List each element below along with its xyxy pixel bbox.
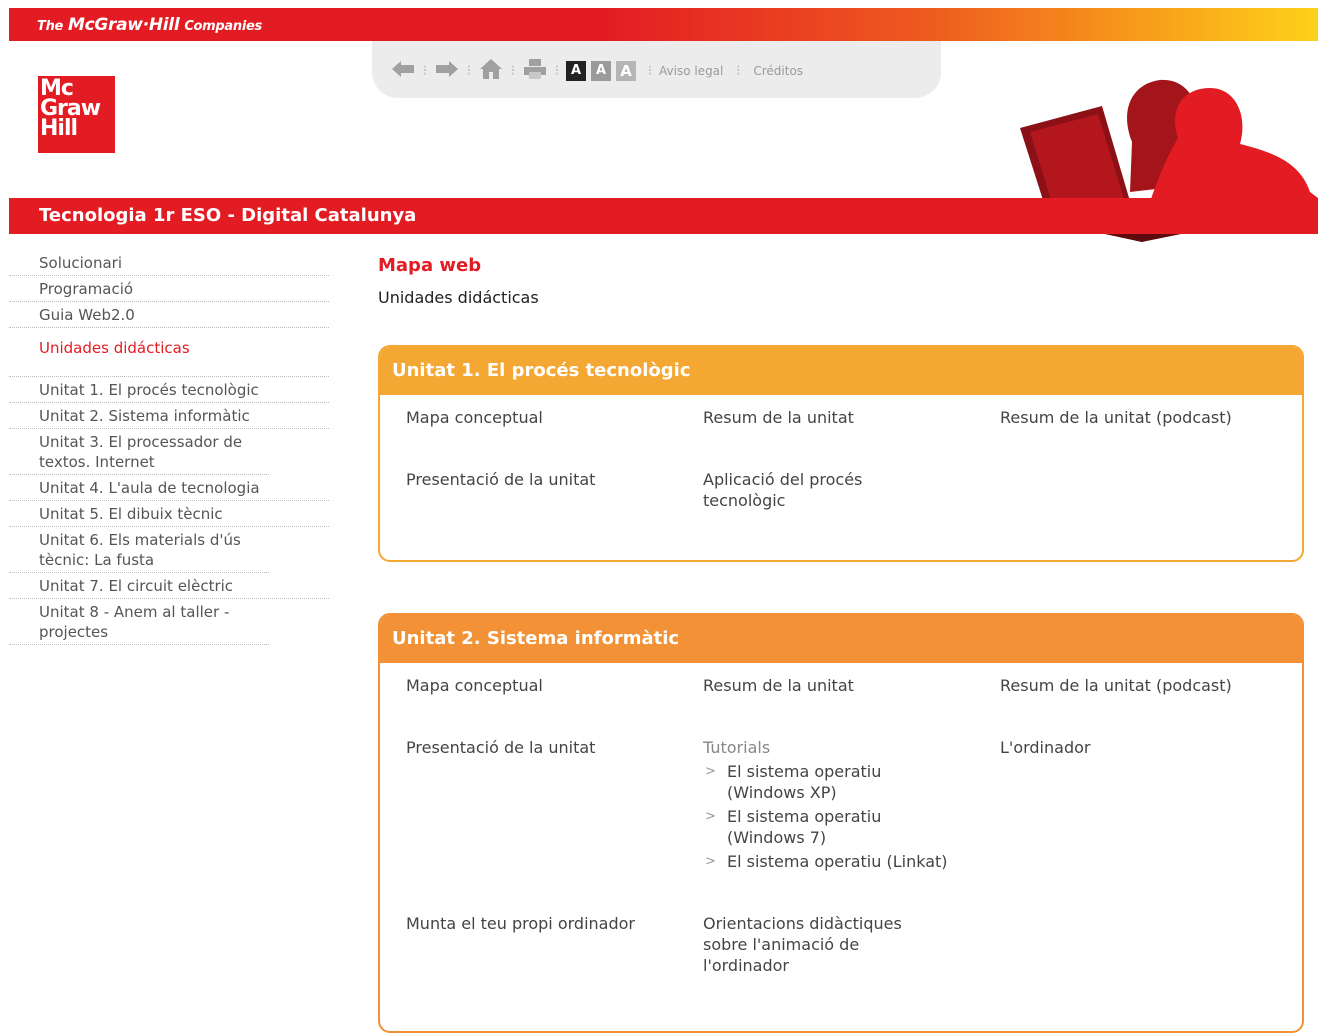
font-size-large-button[interactable]: A [616,61,636,81]
unit-2-orientacions-link[interactable]: Orientacions didàctiques sobre l'animaci… [703,913,903,976]
tutorial-linkat-label: El sistema operatiu (Linkat) [727,852,948,871]
chevron-right-icon: > [705,809,716,824]
separator: ⁝ [422,63,428,79]
forward-arrow-icon[interactable] [434,59,460,83]
separator: ⁝ [466,63,472,79]
brand-the: The [37,19,64,34]
unit-1-aplicacio-link[interactable]: Aplicació del procés tecnològic [703,469,873,511]
brand-name: McGraw·Hill [67,15,180,35]
chevron-right-icon: > [705,854,716,869]
unit-2-presentacio-link[interactable]: Presentació de la unitat [406,737,595,758]
unit-2-tutorials-label: Tutorials [703,738,771,757]
font-size-medium-button[interactable]: A [591,61,611,81]
page-subtitle: Unidades didácticas [378,288,539,307]
sidebar-item-unit-7[interactable]: Unitat 7. El circuit elèctric [9,573,329,599]
unit-2-ordinador-link[interactable]: L'ordinador [1000,737,1090,758]
sidebar-item-unit-4[interactable]: Unitat 4. L'aula de tecnologia [9,475,329,501]
unit-2-tutorial-win7-link[interactable]: > El sistema operatiu (Windows 7) [703,806,907,848]
unit-2-title[interactable]: Unitat 2. Sistema informàtic [380,615,1302,663]
back-arrow-icon[interactable] [390,59,416,83]
unit-1-panel: Unitat 1. El procés tecnològic Mapa conc… [378,345,1304,562]
unit-1-presentacio-link[interactable]: Presentació de la unitat [406,469,595,490]
unit-1-podcast-link[interactable]: Resum de la unitat (podcast) [1000,407,1232,428]
home-icon[interactable] [478,58,504,84]
main-content: Mapa web Unidades didácticas Unitat 1. E… [378,255,1306,1033]
tutorial-win7-label: El sistema operatiu (Windows 7) [727,807,882,847]
sidebar-item-unit-3[interactable]: Unitat 3. El processador de textos. Inte… [9,429,269,475]
unit-1-title[interactable]: Unitat 1. El procés tecnològic [380,347,1302,395]
sidebar-item-guia-web20[interactable]: Guia Web2.0 [9,302,329,328]
mcgraw-hill-logo[interactable]: Mc Graw Hill [38,76,115,153]
sidebar-item-unit-1[interactable]: Unitat 1. El procés tecnològic [9,377,329,403]
toolbar: ⁝ ⁝ ⁝ ⁝ A A A ⁝ Aviso legal ⁝ Créditos [372,41,941,98]
unit-1-resum-link[interactable]: Resum de la unitat [703,407,854,428]
course-title-bar: Tecnologia 1r ESO - Digital Catalunya [9,198,1318,234]
chevron-right-icon: > [705,764,716,779]
separator: ⁝ [736,63,741,79]
sidebar-item-solucionari[interactable]: Solucionari [9,250,329,276]
page-title: Mapa web [378,255,482,276]
separator: ⁝ [510,63,516,79]
sidebar-item-unit-8[interactable]: Unitat 8 - Anem al taller - projectes [9,599,269,645]
aviso-legal-link[interactable]: Aviso legal [659,64,723,78]
sidebar-nav: Solucionari Programació Guia Web2.0 Unid… [9,250,329,645]
unit-2-panel: Unitat 2. Sistema informàtic Mapa concep… [378,613,1304,1033]
tutorial-xp-label: El sistema operatiu (Windows XP) [727,762,882,802]
print-icon[interactable] [522,58,548,84]
unit-2-podcast-link[interactable]: Resum de la unitat (podcast) [1000,675,1232,696]
separator: ⁝ [647,63,653,79]
unit-2-tutorial-xp-link[interactable]: > El sistema operatiu (Windows XP) [703,761,907,803]
creditos-link[interactable]: Créditos [753,64,803,78]
sidebar-item-unidades-didacticas[interactable]: Unidades didácticas [9,328,329,368]
unit-1-mapa-conceptual-link[interactable]: Mapa conceptual [406,407,543,428]
unit-2-munta-link[interactable]: Munta el teu propi ordinador [406,913,635,934]
unit-2-mapa-conceptual-link[interactable]: Mapa conceptual [406,675,543,696]
separator: ⁝ [554,63,560,79]
sidebar-item-unit-5[interactable]: Unitat 5. El dibuix tècnic [9,501,329,527]
brand-companies: Companies [184,19,262,34]
course-title: Tecnologia 1r ESO - Digital Catalunya [39,205,417,226]
unit-2-resum-link[interactable]: Resum de la unitat [703,675,854,696]
company-brand[interactable]: The McGraw·Hill Companies [37,15,262,35]
sidebar-item-programacio[interactable]: Programació [9,276,329,302]
font-size-small-button[interactable]: A [566,61,586,81]
unit-2-tutorial-linkat-link[interactable]: > El sistema operatiu (Linkat) [703,851,987,872]
brand-bar: The McGraw·Hill Companies [9,8,1318,41]
sidebar-item-unit-6[interactable]: Unitat 6. Els materials d'ús tècnic: La … [9,527,269,573]
logo-line-3: Hill [40,116,78,141]
sidebar-item-unit-2[interactable]: Unitat 2. Sistema informàtic [9,403,329,429]
sidebar-divider [9,368,329,377]
